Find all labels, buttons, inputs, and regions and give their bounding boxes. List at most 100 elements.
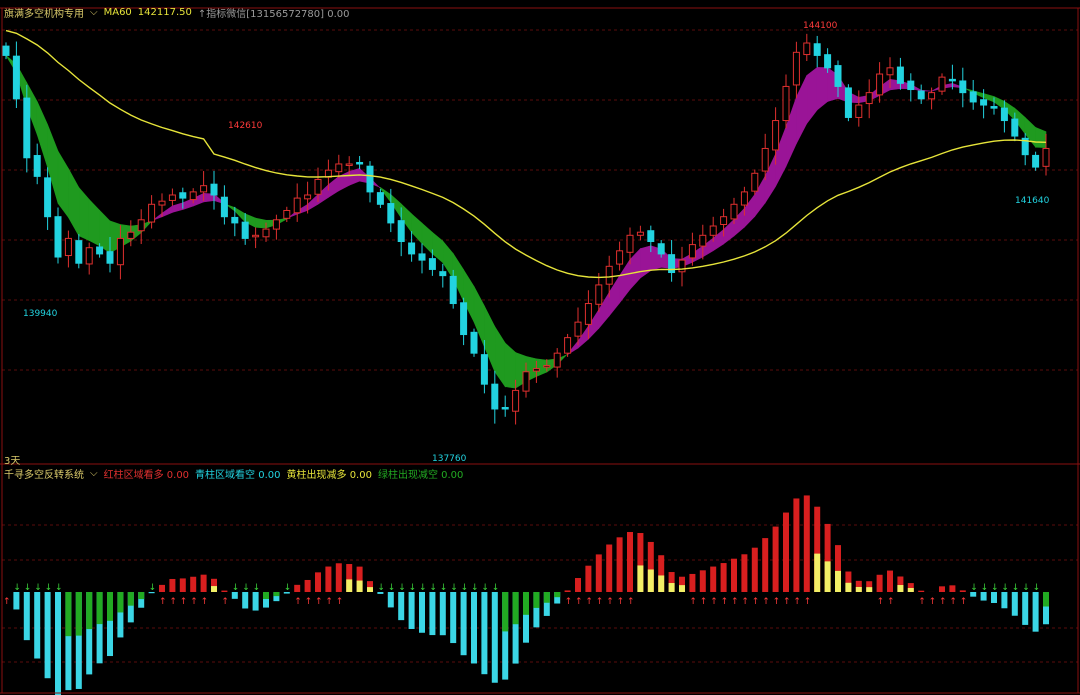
- buy-arrow: ↑: [627, 597, 635, 607]
- hist-bar-cyan: [408, 592, 415, 629]
- ribbon-segment: [161, 205, 173, 218]
- sell-arrow: ↓: [1001, 583, 1009, 593]
- sell-arrow: ↓: [471, 583, 479, 593]
- chevron-down-icon[interactable]: ⌵: [90, 7, 98, 18]
- hist-bar-yellow: [356, 580, 363, 592]
- hist-bar-cyan: [450, 592, 457, 644]
- candle-down: [366, 165, 374, 193]
- candle-down: [96, 246, 104, 255]
- hist-bar-red: [335, 563, 342, 592]
- candle-up: [272, 219, 280, 230]
- candle-down: [408, 242, 416, 255]
- hist-bar-yellow: [211, 586, 217, 592]
- sell-arrow: ↓: [991, 583, 999, 593]
- hist-bar-green: [273, 592, 280, 597]
- candle-up: [938, 76, 946, 92]
- hist-bar-cyan: [419, 592, 425, 633]
- buy-arrow: ↑: [169, 597, 177, 607]
- candle-down: [449, 275, 457, 305]
- candle-down: [439, 271, 447, 277]
- candle-up: [85, 247, 93, 265]
- candle-down: [12, 55, 20, 100]
- hist-bar-green: [96, 592, 103, 625]
- price-label-high-2: 144100: [803, 21, 838, 31]
- sell-arrow: ↓: [461, 583, 469, 593]
- bottom-indicator-name[interactable]: 千寻多空反转系统: [4, 466, 84, 481]
- candle-up: [304, 194, 312, 200]
- candle-down: [106, 251, 114, 264]
- sell-arrow: ↓: [1022, 583, 1030, 593]
- hist-bar-red: [325, 566, 332, 592]
- hist-bar-red: [699, 570, 706, 592]
- top-indicator-name[interactable]: 旗满多空机构专用: [4, 5, 84, 20]
- sell-arrow: ↓: [55, 583, 63, 593]
- price-label-low-1: 139940: [23, 309, 58, 319]
- buy-arrow: ↑: [929, 597, 937, 607]
- buy-arrow: ↑: [741, 597, 749, 607]
- hist-bar-red: [731, 558, 737, 592]
- hist-bar-green: [502, 592, 509, 632]
- hist-bar-yellow: [897, 585, 904, 592]
- candle-down: [834, 65, 842, 87]
- candle-down: [231, 216, 239, 224]
- chevron-down-icon[interactable]: ⌵: [90, 468, 98, 479]
- candle-up: [584, 303, 592, 325]
- price-label-low-2: 137760: [432, 454, 467, 464]
- candle-up: [200, 185, 208, 193]
- candle-up: [345, 163, 353, 166]
- buy-arrow: ↑: [887, 597, 895, 607]
- candle-up: [636, 231, 644, 236]
- hist-bar-cyan: [231, 592, 238, 599]
- candle-up: [751, 172, 759, 192]
- hist-bar-yellow: [637, 565, 644, 592]
- candle-down: [657, 243, 665, 255]
- hist-bar-yellow: [866, 587, 873, 592]
- hist-bar-red: [575, 578, 581, 592]
- ribbon-segment: [78, 186, 90, 241]
- hist-bar-red: [720, 563, 727, 592]
- candle-down: [418, 253, 426, 261]
- hist-bar-red: [606, 544, 613, 592]
- ribbon-segment: [421, 222, 433, 255]
- hist-bar-yellow: [814, 553, 821, 592]
- candle-up: [595, 284, 603, 305]
- buy-arrow: ↑: [731, 597, 739, 607]
- sell-arrow: ↓: [242, 583, 250, 593]
- candle-down: [1011, 118, 1019, 137]
- hist-bar-red: [585, 565, 592, 592]
- hist-bar-cyan: [387, 592, 394, 608]
- price-chart-canvas[interactable]: ↑↓ ↓ ↓ ↓ ↓ ↓↑ ↑ ↑ ↑ ↑ ↑↓ ↓ ↓ ↓↑ ↑ ↑ ↑ ↑↓ ↓ ↓ ↓ ↓ ↓ ↓ ↓ ↓ ↓ ↓ ↓↑ ↑ ↑ ↑ ↑ ↑…: [0, 0, 1080, 695]
- hist-bar-red: [190, 576, 197, 592]
- hist-bar-cyan: [481, 592, 488, 675]
- buy-arrow: ↑: [773, 597, 781, 607]
- buy-arrow: ↑: [159, 597, 167, 607]
- candle-down: [460, 302, 468, 336]
- ribbon-segment: [57, 149, 69, 219]
- candle-up: [928, 92, 936, 100]
- hist-bar-red: [803, 495, 810, 592]
- sell-arrow: ↓: [34, 583, 42, 593]
- candle-up: [512, 389, 520, 412]
- candle-up: [116, 237, 124, 266]
- ribbon-segment: [432, 231, 444, 264]
- buy-arrow: ↑: [201, 597, 209, 607]
- sell-arrow: ↓: [253, 583, 261, 593]
- candle-up: [168, 194, 176, 201]
- hist-bar-red: [315, 572, 321, 592]
- ribbon-segment: [68, 168, 80, 237]
- hist-bar-red: [169, 578, 176, 592]
- buy-arrow: ↑: [180, 597, 188, 607]
- candle-down: [980, 99, 988, 106]
- candle-down: [1000, 107, 1008, 122]
- candle-down: [2, 45, 10, 56]
- legend-item-red: 红柱区域看多 0.00: [103, 470, 190, 481]
- hist-bar-cyan: [34, 592, 41, 659]
- hist-bar-yellow: [658, 575, 665, 592]
- ribbon-segment: [494, 325, 506, 388]
- candle-down: [220, 196, 228, 218]
- hist-bar-green: [75, 592, 82, 636]
- buy-arrow: ↑: [575, 597, 583, 607]
- hist-bar-red: [887, 570, 893, 592]
- sell-arrow: ↓: [409, 583, 417, 593]
- candle-up: [792, 51, 800, 86]
